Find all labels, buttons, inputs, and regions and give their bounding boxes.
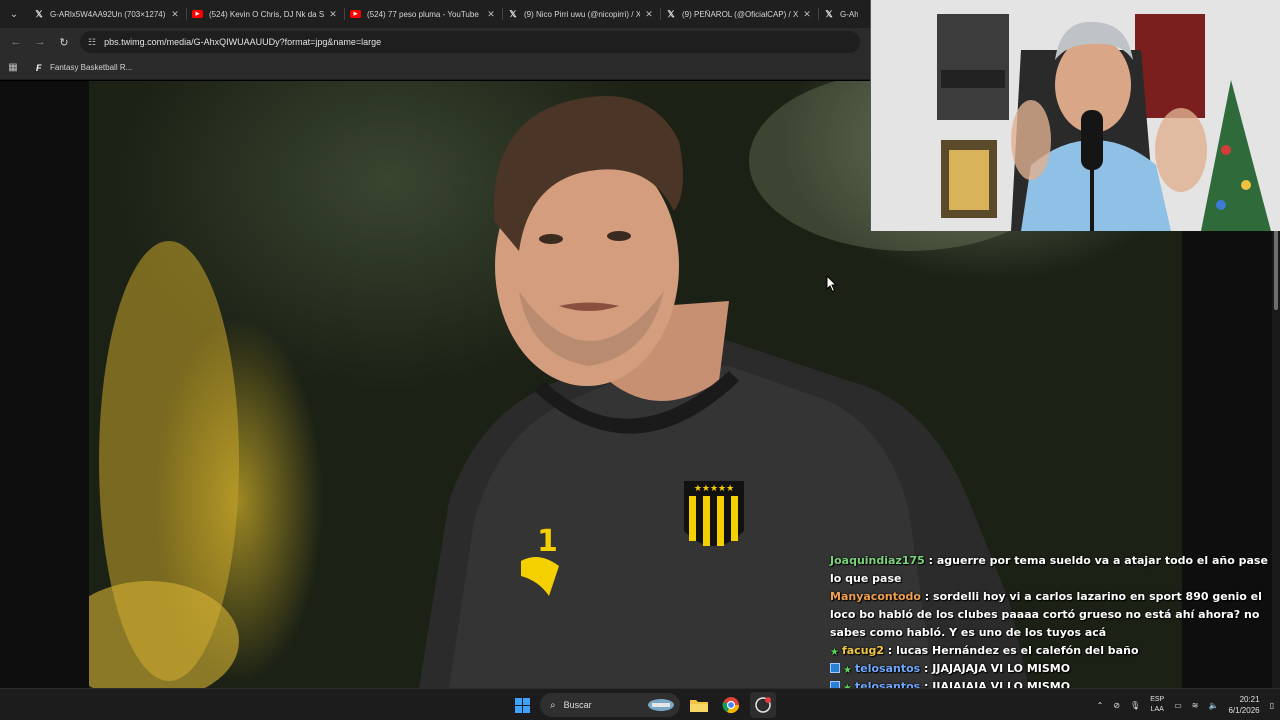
chat-username[interactable]: Manyacontodo bbox=[830, 590, 921, 603]
close-tab-icon[interactable]: ✕ bbox=[644, 9, 654, 20]
streamer-webcam bbox=[870, 0, 1280, 231]
chat-message: ★ facug2 : lucas Hernández es el calefón … bbox=[824, 642, 1280, 660]
x-logo-icon: 𝕏 bbox=[825, 8, 833, 19]
tab-search-chevron-icon[interactable]: ⌄ bbox=[0, 0, 28, 28]
browser-tab[interactable]: 𝕏 G-AhxQl bbox=[818, 0, 864, 28]
chat-username[interactable]: facug2 bbox=[842, 644, 884, 657]
browser-tab[interactable]: ▶ (524) 77 peso pluma - YouTube ✕ bbox=[344, 0, 502, 28]
reload-icon[interactable]: ↻ bbox=[52, 30, 76, 54]
notifications-icon[interactable]: ▯ bbox=[1270, 701, 1274, 710]
language-indicator[interactable]: ESP LAA bbox=[1150, 695, 1164, 715]
chat-username[interactable]: telosantos bbox=[855, 662, 920, 675]
wifi-icon[interactable]: ≋ bbox=[1192, 701, 1199, 710]
close-tab-icon[interactable]: ✕ bbox=[486, 9, 496, 20]
microphone bbox=[1081, 110, 1103, 170]
browser-tab[interactable]: ▶ (524) Kevin O Chris, DJ Nk da Serra ✕ bbox=[186, 0, 344, 28]
club-crest-icon: ★★★★★ bbox=[684, 481, 744, 546]
browser-tab[interactable]: 𝕏 G-ARlx5W4AA92Un (703×1274) ✕ bbox=[28, 0, 186, 28]
screen: ⌄ 𝕏 G-ARlx5W4AA92Un (703×1274) ✕ ▶ (524) Kev… bbox=[0, 0, 1280, 720]
fantasy-icon: F bbox=[36, 62, 42, 73]
display-icon[interactable]: ▭ bbox=[1174, 701, 1182, 710]
forward-arrow-icon[interactable]: → bbox=[28, 30, 52, 54]
youtube-icon: ▶ bbox=[192, 10, 203, 18]
site-info-icon[interactable]: ☷ bbox=[88, 37, 96, 48]
address-bar[interactable]: ☷ pbs.twimg.com/media/G-AhxQIWUAAUUDy?fo… bbox=[80, 31, 860, 53]
taskbar-search[interactable]: ⌕ Buscar bbox=[540, 693, 680, 717]
chat-text: : lucas Hernández es el calefón del baño bbox=[887, 644, 1139, 657]
search-icon: ⌕ bbox=[550, 699, 556, 711]
browser-tab[interactable]: 𝕏 (9) Nico Pirri uwu (@nicopirri) / X ✕ bbox=[502, 0, 660, 28]
close-tab-icon[interactable]: ✕ bbox=[802, 9, 812, 20]
webcam-feed bbox=[871, 0, 1280, 231]
prime-badge-icon bbox=[830, 663, 840, 673]
tab-title: (524) 77 peso pluma - YouTube bbox=[367, 9, 479, 19]
search-highlight-icon bbox=[648, 699, 674, 711]
microphone-icon[interactable]: 🎙 bbox=[1130, 701, 1140, 710]
tab-title: G-ARlx5W4AA92Un (703×1274) bbox=[50, 9, 166, 19]
chat-text: : JJAJAJAJA VI LO MISMO bbox=[924, 662, 1071, 675]
chat-message: ★telosantos : JJAJAJAJA VI LO MISMO bbox=[824, 660, 1280, 678]
apps-grid-icon[interactable]: ▦ bbox=[0, 62, 26, 73]
back-arrow-icon[interactable]: ← bbox=[4, 30, 28, 54]
star-badge-icon: ★ bbox=[843, 665, 852, 676]
star-badge-icon: ★ bbox=[830, 647, 839, 658]
volume-icon[interactable]: 🔈 bbox=[1208, 701, 1218, 710]
windows-start-icon[interactable] bbox=[510, 693, 534, 717]
file-explorer-icon[interactable] bbox=[686, 692, 712, 718]
system-clock[interactable]: 20:21 6/1/2026 bbox=[1228, 694, 1259, 716]
bookmark-fantasy-basketball[interactable]: F Fantasy Basketball R... bbox=[36, 63, 132, 73]
obs-app-icon[interactable] bbox=[750, 692, 776, 718]
network-off-icon[interactable]: ⊘ bbox=[1113, 701, 1120, 710]
chevron-up-icon[interactable]: ⌃ bbox=[1097, 701, 1104, 710]
x-logo-icon: 𝕏 bbox=[35, 8, 43, 19]
youtube-icon: ▶ bbox=[350, 10, 361, 18]
windows-taskbar: ⌕ Buscar ⌃ ⊘ 🎙 ESP LAA ▭ ≋ 🔈 20:21 6/1/2… bbox=[0, 688, 1280, 720]
search-placeholder: Buscar bbox=[563, 700, 592, 710]
x-logo-icon: 𝕏 bbox=[667, 8, 675, 19]
mouse-cursor-icon bbox=[826, 275, 838, 293]
jersey-number: 1 bbox=[537, 524, 558, 559]
movie-poster bbox=[1135, 14, 1205, 118]
x-logo-icon: 𝕏 bbox=[509, 8, 517, 19]
tab-title: (9) PEÑAROL (@OficialCAP) / X bbox=[682, 9, 798, 19]
tab-title: G-AhxQl bbox=[840, 9, 858, 19]
url-text: pbs.twimg.com/media/G-AhxQIWUAAUUDy?form… bbox=[104, 37, 382, 47]
chrome-icon[interactable] bbox=[718, 692, 744, 718]
svg-text:★★★★★: ★★★★★ bbox=[694, 484, 734, 494]
close-tab-icon[interactable]: ✕ bbox=[328, 9, 338, 20]
chat-message: Manyacontodo : sordelli hoy vi a carlos … bbox=[824, 588, 1280, 642]
close-tab-icon[interactable]: ✕ bbox=[170, 9, 180, 20]
bookmark-label: Fantasy Basketball R... bbox=[50, 63, 133, 72]
tab-title: (9) Nico Pirri uwu (@nicopirri) / X bbox=[524, 9, 640, 19]
chat-message: Joaquindiaz175 : aguerre por tema sueldo… bbox=[824, 552, 1280, 588]
goodfellas-poster bbox=[937, 14, 1009, 120]
chat-username[interactable]: Joaquindiaz175 bbox=[830, 554, 925, 567]
tab-title: (524) Kevin O Chris, DJ Nk da Serra bbox=[209, 9, 324, 19]
browser-tab[interactable]: 𝕏 (9) PEÑAROL (@OficialCAP) / X ✕ bbox=[660, 0, 818, 28]
